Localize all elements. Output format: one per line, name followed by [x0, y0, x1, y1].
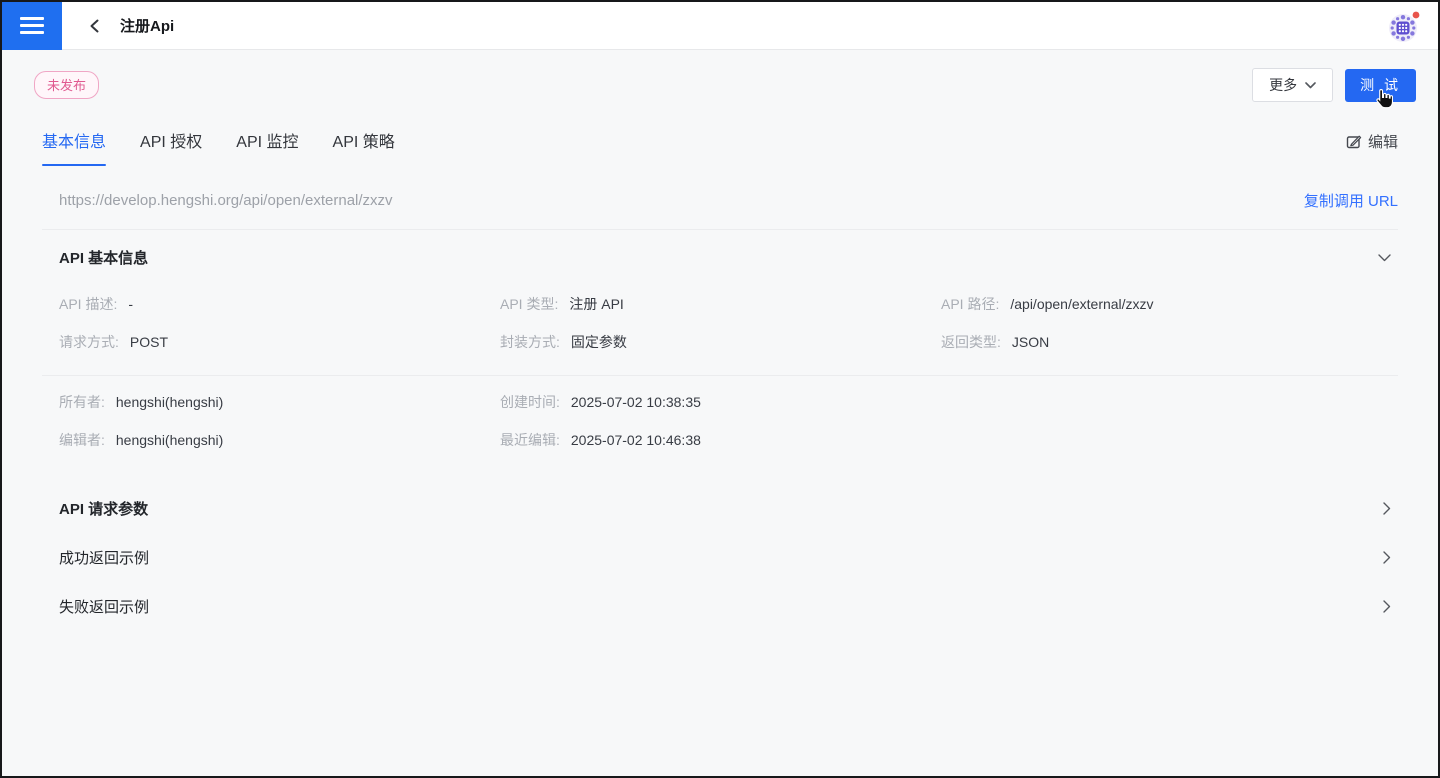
basic-info-header: API 基本信息	[42, 247, 1398, 268]
field-editor: 编辑者:hengshi(hengshi)	[59, 430, 500, 450]
tab-api-policy[interactable]: API 策略	[333, 128, 395, 166]
field-api-type: API 类型:注册 API	[500, 294, 941, 314]
edit-icon	[1346, 134, 1362, 150]
chevron-right-icon	[1383, 551, 1391, 564]
copy-url-link[interactable]: 复制调用 URL	[1304, 190, 1398, 211]
edit-label: 编辑	[1368, 131, 1398, 152]
chevron-left-icon	[88, 19, 102, 33]
collapsed-sections: API 请求参数 成功返回示例 失败返回示例	[42, 484, 1398, 631]
action-row: 未发布 更多 测 试	[2, 50, 1438, 102]
tab-api-auth[interactable]: API 授权	[140, 128, 202, 166]
chevron-down-icon	[1305, 82, 1316, 89]
basic-info-fields: API 描述:- API 类型:注册 API API 路径:/api/open/…	[42, 294, 1398, 352]
field-last-edited: 最近编辑:2025-07-02 10:46:38	[500, 430, 941, 450]
basic-info-title: API 基本信息	[59, 247, 148, 268]
chevron-down-icon	[1378, 254, 1391, 262]
basic-info-meta: 所有者:hengshi(hengshi) 创建时间:2025-07-02 10:…	[42, 392, 1398, 450]
divider	[42, 229, 1398, 230]
back-button[interactable]	[84, 15, 106, 37]
app-window: 注册Api 未发布 更多	[0, 0, 1440, 778]
section-failure-example[interactable]: 失败返回示例	[42, 582, 1398, 631]
tab-bar: 基本信息 API 授权 API 监控 API 策略 编辑	[2, 102, 1438, 166]
field-request-method: 请求方式:POST	[59, 332, 500, 352]
hamburger-icon	[20, 17, 44, 34]
field-owner: 所有者:hengshi(hengshi)	[59, 392, 500, 412]
tab-api-monitor[interactable]: API 监控	[236, 128, 298, 166]
section-request-params[interactable]: API 请求参数	[42, 484, 1398, 533]
field-empty	[941, 392, 1398, 412]
more-button[interactable]: 更多	[1252, 68, 1333, 102]
collapse-toggle[interactable]	[1378, 254, 1391, 262]
edit-button[interactable]: 编辑	[1346, 131, 1398, 166]
chevron-right-icon	[1383, 502, 1391, 515]
status-badge: 未发布	[34, 71, 99, 99]
flower-logo-icon	[1386, 9, 1422, 45]
app-logo[interactable]	[1386, 9, 1422, 45]
section-success-example[interactable]: 成功返回示例	[42, 533, 1398, 582]
api-url-row: https://develop.hengshi.org/api/open/ext…	[42, 190, 1398, 211]
test-button[interactable]: 测 试	[1345, 69, 1416, 102]
field-wrap-mode: 封装方式:固定参数	[500, 332, 941, 352]
field-created-time: 创建时间:2025-07-02 10:38:35	[500, 392, 941, 412]
field-api-description: API 描述:-	[59, 294, 500, 314]
chevron-right-icon	[1383, 600, 1391, 613]
divider	[42, 375, 1398, 376]
hamburger-menu-button[interactable]	[2, 2, 62, 50]
main-content: https://develop.hengshi.org/api/open/ext…	[2, 190, 1438, 631]
field-return-type: 返回类型:JSON	[941, 332, 1398, 352]
field-api-path: API 路径:/api/open/external/zxzv	[941, 294, 1398, 314]
api-url: https://develop.hengshi.org/api/open/ext…	[59, 192, 393, 209]
tab-basic-info[interactable]: 基本信息	[42, 128, 106, 166]
top-bar: 注册Api	[2, 2, 1438, 50]
more-button-label: 更多	[1269, 75, 1297, 95]
notification-dot	[1413, 12, 1420, 19]
page-title: 注册Api	[120, 15, 174, 36]
